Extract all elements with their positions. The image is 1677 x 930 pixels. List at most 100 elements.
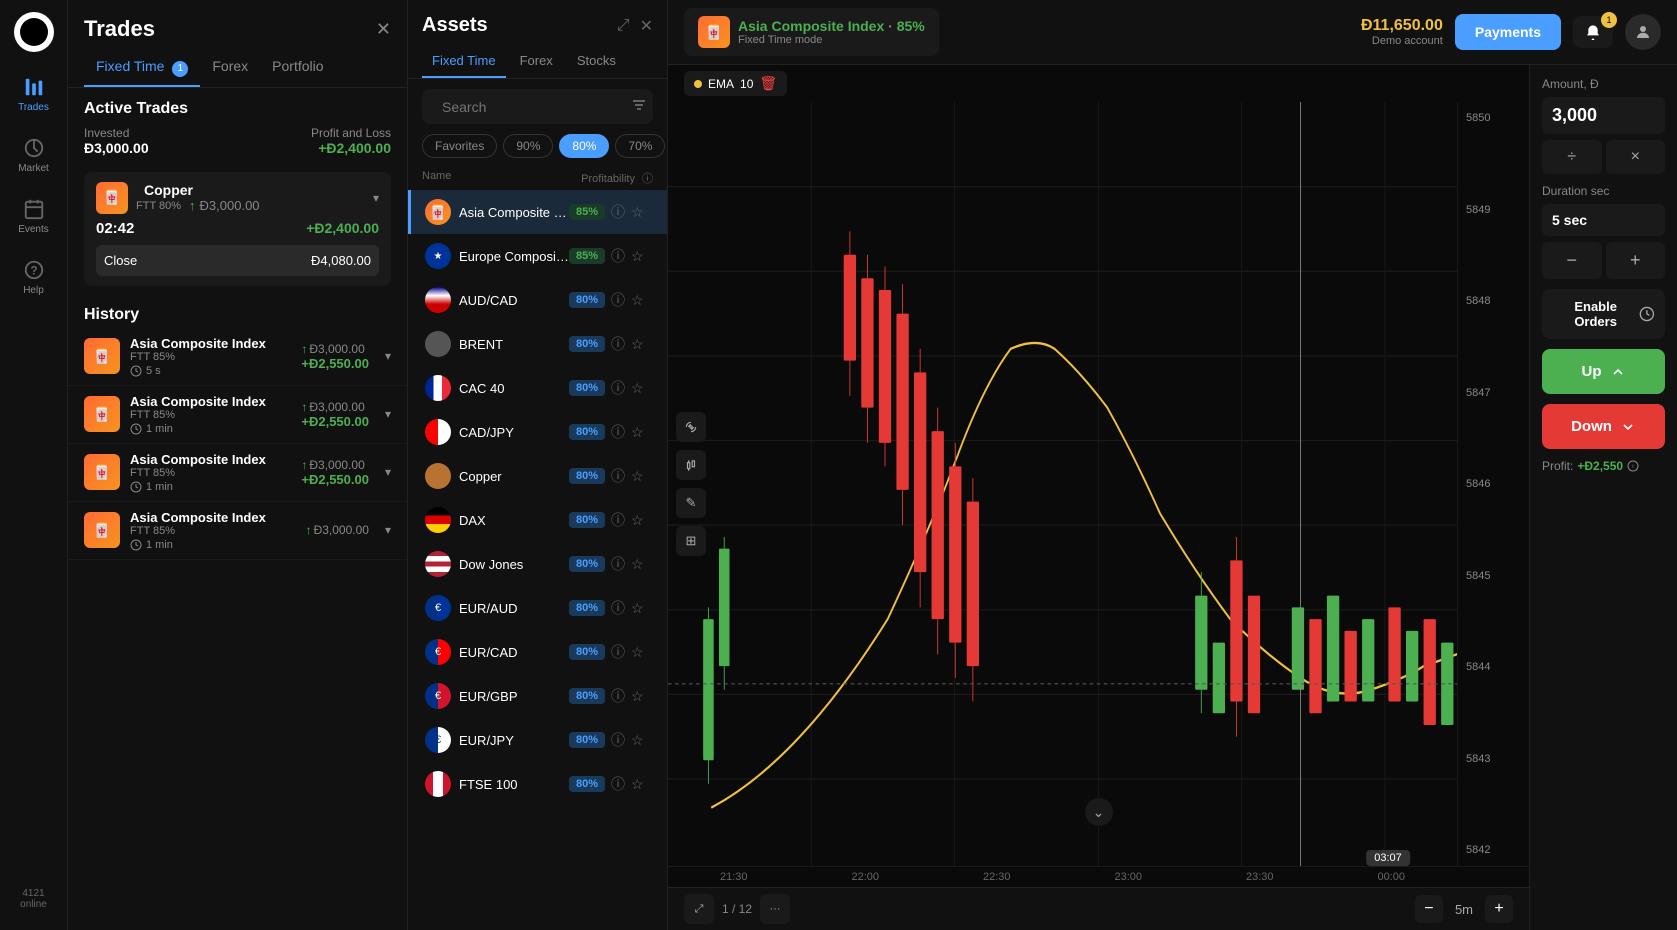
filter-favorites[interactable]: Favorites (422, 134, 497, 158)
scroll-to-latest[interactable]: ⌄ (1085, 798, 1113, 826)
chart-svg-container: 5844.85 03:07 ⌄ (668, 102, 1529, 866)
asset-name-11: EUR/GBP (459, 689, 569, 704)
expand-icon[interactable]: ⤢ (617, 16, 630, 36)
duration-controls: − + (1542, 242, 1665, 279)
asset-row-2[interactable]: AUD/CAD 80% ⓘ ☆ (408, 278, 667, 322)
asset-row-12[interactable]: € EUR/JPY 80% ⓘ ☆ (408, 718, 667, 762)
assets-tab-stocks[interactable]: Stocks (567, 45, 626, 78)
assets-close-icon[interactable]: ✕ (640, 16, 653, 36)
draw-tool-button[interactable]: ✎ (676, 488, 706, 518)
zoom-out-button[interactable]: − (1415, 895, 1443, 923)
asset-row-0[interactable]: 🀄 Asia Composite Index 85% ⓘ ☆ (408, 190, 667, 234)
up-button[interactable]: Up (1542, 349, 1665, 394)
enable-orders-button[interactable]: Enable Orders (1542, 289, 1665, 339)
asset-row-13[interactable]: FTSE 100 80% ⓘ ☆ (408, 762, 667, 806)
filter-70[interactable]: 70% (615, 134, 665, 158)
tab-fixed-time[interactable]: Fixed Time 1 (84, 50, 200, 87)
asset-row-11[interactable]: € EUR/GBP 80% ⓘ ☆ (408, 674, 667, 718)
nav-item-market[interactable]: Market (5, 129, 63, 182)
star-icon-9[interactable]: ☆ (631, 598, 644, 618)
asset-row-5[interactable]: CAD/JPY 80% ⓘ ☆ (408, 410, 667, 454)
info-icon-3[interactable]: ⓘ (611, 334, 625, 354)
asset-row-9[interactable]: € EUR/AUD 80% ⓘ ☆ (408, 586, 667, 630)
search-bar (422, 89, 653, 124)
nav-item-trades[interactable]: Trades (5, 68, 63, 121)
asset-row-6[interactable]: Copper 80% ⓘ ☆ (408, 454, 667, 498)
filter-80[interactable]: 80% (559, 134, 609, 158)
info-icon-0[interactable]: ⓘ (611, 202, 625, 222)
duration-plus-button[interactable]: + (1606, 242, 1666, 279)
amount-input[interactable] (1542, 97, 1665, 134)
star-icon-12[interactable]: ☆ (631, 730, 644, 750)
history-chevron-1[interactable]: ▾ (385, 407, 391, 421)
asset-pct-3: 80% (569, 336, 605, 352)
asset-row-8[interactable]: Dow Jones 80% ⓘ ☆ (408, 542, 667, 586)
info-icon-13[interactable]: ⓘ (611, 774, 625, 794)
asset-pct-12: 80% (569, 732, 605, 748)
trade-chevron[interactable]: ▾ (373, 191, 379, 205)
asset-row-7[interactable]: DAX 80% ⓘ ☆ (408, 498, 667, 542)
filter-90[interactable]: 90% (503, 134, 553, 158)
asset-row-3[interactable]: BRENT 80% ⓘ ☆ (408, 322, 667, 366)
more-options-icon[interactable]: ··· (760, 894, 790, 924)
info-icon-1[interactable]: ⓘ (611, 246, 625, 266)
signal-tool-button[interactable] (676, 412, 706, 442)
star-icon-0[interactable]: ☆ (631, 202, 644, 222)
search-input[interactable] (442, 99, 623, 115)
info-icon-5[interactable]: ⓘ (611, 422, 625, 442)
asset-row-10[interactable]: € EUR/CAD 80% ⓘ ☆ (408, 630, 667, 674)
star-icon-4[interactable]: ☆ (631, 378, 644, 398)
tab-portfolio[interactable]: Portfolio (260, 50, 335, 87)
info-icon-10[interactable]: ⓘ (611, 642, 625, 662)
nav-item-help[interactable]: ? Help (5, 251, 63, 304)
info-icon-9[interactable]: ⓘ (611, 598, 625, 618)
avatar-button[interactable] (1625, 14, 1661, 50)
amount-ops: ÷ × (1542, 140, 1665, 174)
info-icon-8[interactable]: ⓘ (611, 554, 625, 574)
star-icon-1[interactable]: ☆ (631, 246, 644, 266)
star-icon-13[interactable]: ☆ (631, 774, 644, 794)
duration-minus-button[interactable]: − (1542, 242, 1602, 279)
ema-dot (694, 80, 702, 88)
nav-item-events[interactable]: Events (5, 190, 63, 243)
tab-forex[interactable]: Forex (200, 50, 260, 87)
candle-tool-button[interactable] (676, 450, 706, 480)
history-chevron-2[interactable]: ▾ (385, 465, 391, 479)
assets-tab-fixed-time[interactable]: Fixed Time (422, 45, 506, 78)
price-axis: 5850 5849 5848 5847 5846 5845 5844 5843 … (1457, 102, 1529, 866)
divide-button[interactable]: ÷ (1542, 140, 1602, 174)
down-button[interactable]: Down (1542, 404, 1665, 449)
asset-flag-0: 🀄 (425, 199, 451, 225)
info-icon-11[interactable]: ⓘ (611, 686, 625, 706)
grid-tool-button[interactable]: ⊞ (676, 526, 706, 556)
info-icon-12[interactable]: ⓘ (611, 730, 625, 750)
pnl-label: Profit and Loss (311, 126, 391, 140)
info-icon-6[interactable]: ⓘ (611, 466, 625, 486)
star-icon-2[interactable]: ☆ (631, 290, 644, 310)
zoom-in-button[interactable]: + (1485, 895, 1513, 923)
star-icon-10[interactable]: ☆ (631, 642, 644, 662)
expand-chart-icon[interactable]: ⤢ (684, 894, 714, 924)
delete-indicator-button[interactable]: 🗑 (759, 75, 777, 92)
asset-row-4[interactable]: CAC 40 80% ⓘ ☆ (408, 366, 667, 410)
payments-button[interactable]: Payments (1455, 14, 1561, 50)
trades-close-button[interactable]: ✕ (376, 19, 391, 40)
info-icon-7[interactable]: ⓘ (611, 510, 625, 530)
star-icon-6[interactable]: ☆ (631, 466, 644, 486)
close-trade-button[interactable]: Close Ð4,080.00 (96, 245, 379, 276)
info-icon-2[interactable]: ⓘ (611, 290, 625, 310)
star-icon-3[interactable]: ☆ (631, 334, 644, 354)
info-icon-4[interactable]: ⓘ (611, 378, 625, 398)
star-icon-8[interactable]: ☆ (631, 554, 644, 574)
notification-button[interactable]: 1 (1573, 16, 1613, 48)
filter-icon[interactable] (631, 97, 647, 116)
multiply-button[interactable]: × (1606, 140, 1666, 174)
asset-row-1[interactable]: ★ Europe Composite I... 85% ⓘ ☆ (408, 234, 667, 278)
assets-tab-forex[interactable]: Forex (510, 45, 563, 78)
history-chevron-0[interactable]: ▾ (385, 349, 391, 363)
star-icon-5[interactable]: ☆ (631, 422, 644, 442)
star-icon-7[interactable]: ☆ (631, 510, 644, 530)
star-icon-11[interactable]: ☆ (631, 686, 644, 706)
history-chevron-3[interactable]: ▾ (385, 523, 391, 537)
history-values-1: ↑ Ð3,000.00 +Ð2,550.00 (301, 400, 369, 429)
